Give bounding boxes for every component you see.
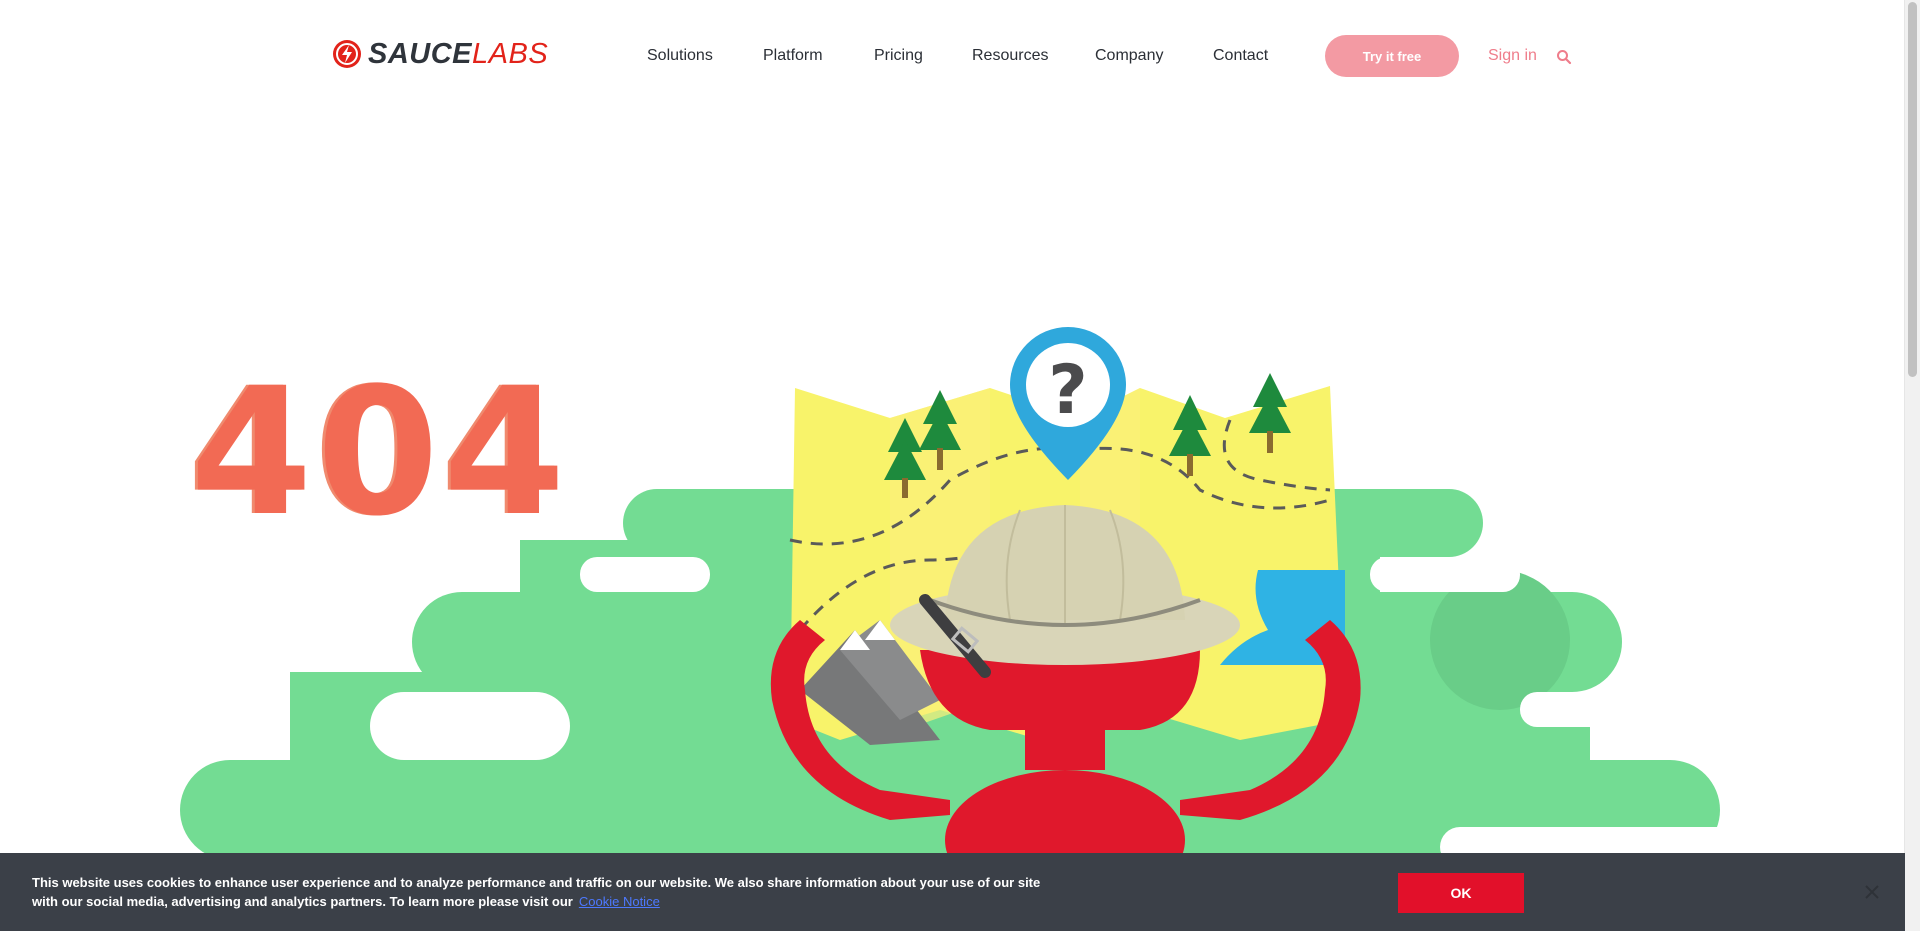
logo-wordmark: SAUCELABS <box>368 39 548 69</box>
cookie-message-text: This website uses cookies to enhance use… <box>32 875 1041 909</box>
close-icon[interactable] <box>1864 884 1880 900</box>
try-it-free-button[interactable]: Try it free <box>1325 35 1459 77</box>
nav-solutions[interactable]: Solutions <box>647 44 713 68</box>
cookie-banner: This website uses cookies to enhance use… <box>0 853 1905 931</box>
saucelabs-logo-icon <box>333 40 361 68</box>
scrollbar-thumb[interactable] <box>1908 2 1917 377</box>
nav-company[interactable]: Company <box>1095 44 1163 68</box>
search-icon[interactable] <box>1556 49 1572 65</box>
logo-labs-text: LABS <box>472 38 549 70</box>
error-code-404: 404 <box>190 350 570 555</box>
cookie-ok-button[interactable]: OK <box>1398 873 1524 913</box>
nav-contact[interactable]: Contact <box>1213 44 1268 68</box>
nav-resources[interactable]: Resources <box>972 44 1048 68</box>
saucelabs-logo[interactable]: SAUCELABS <box>332 38 548 70</box>
logo-sauce-text: SAUCE <box>368 38 473 70</box>
nav-platform[interactable]: Platform <box>763 44 823 68</box>
svg-text:?: ? <box>1048 351 1087 430</box>
nav-pricing[interactable]: Pricing <box>874 44 923 68</box>
site-header: SAUCELABS Solutions Platform Pricing Res… <box>0 0 1905 110</box>
page-scrollbar[interactable] <box>1904 0 1920 931</box>
cookie-notice-link[interactable]: Cookie Notice <box>579 894 660 909</box>
sign-in-link[interactable]: Sign in <box>1488 44 1537 68</box>
cookie-message: This website uses cookies to enhance use… <box>32 873 1052 911</box>
